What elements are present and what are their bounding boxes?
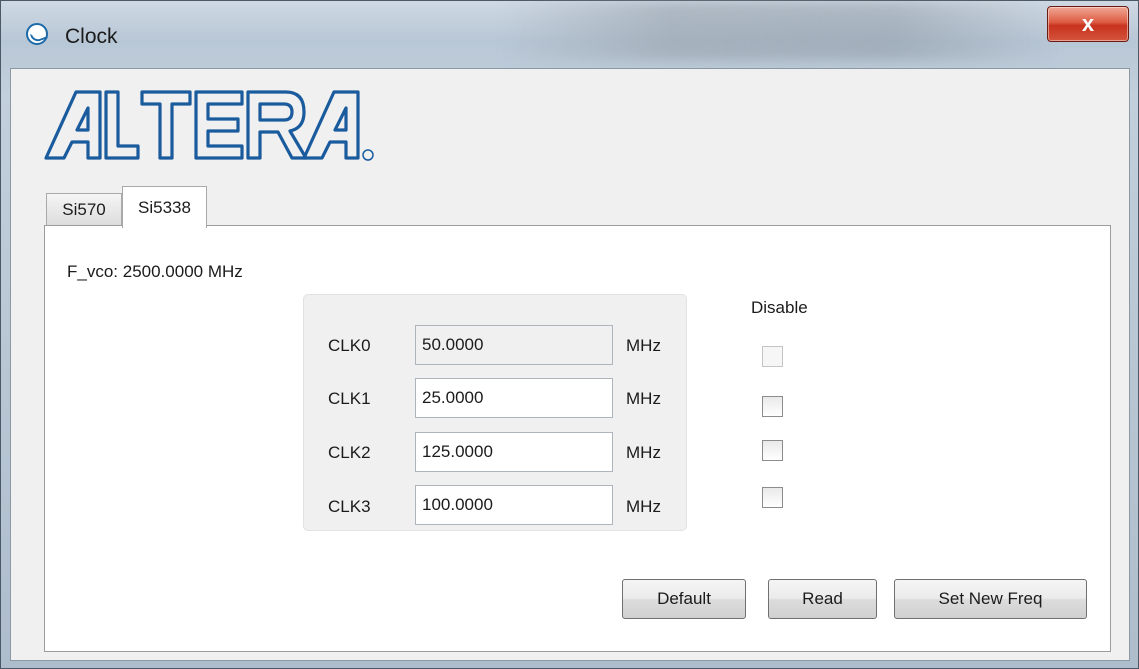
clock-group: CLK0 MHz CLK1 MHz CLK2 MHz CLK3 MHz (303, 294, 687, 531)
set-new-freq-button[interactable]: Set New Freq (894, 579, 1087, 619)
clk3-disable-checkbox[interactable] (762, 487, 783, 508)
clk0-disable-checkbox (762, 346, 783, 367)
tab-si5338-label: Si5338 (138, 197, 191, 217)
clk2-field[interactable] (415, 432, 613, 472)
clk0-label: CLK0 (328, 336, 371, 355)
close-button[interactable]: x (1047, 6, 1129, 42)
clk3-label: CLK3 (328, 497, 371, 516)
clk1-disable-checkbox[interactable] (762, 396, 783, 417)
clock-window: Clock x ® (0, 0, 1139, 669)
clk2-unit: MHz (626, 443, 661, 462)
read-button[interactable]: Read (768, 579, 877, 619)
altera-logo (44, 90, 374, 161)
clk0-unit: MHz (626, 336, 661, 355)
default-button[interactable]: Default (622, 579, 746, 619)
si5338-panel: F_vco: 2500.0000 MHz CLK0 MHz CLK1 MHz C… (44, 225, 1111, 652)
clk2-disable-checkbox[interactable] (762, 440, 783, 461)
titlebar-glass (501, 1, 1061, 61)
clk1-unit: MHz (626, 389, 661, 408)
clk0-field (415, 325, 613, 365)
clk2-label: CLK2 (328, 443, 371, 462)
clk1-field[interactable] (415, 378, 613, 418)
tab-si570[interactable]: Si570 (46, 193, 122, 226)
client-area: ® Si570 Si5338 F_vco: 2500.0000 MHz CLK0… (10, 68, 1130, 661)
tab-si570-label: Si570 (62, 200, 106, 219)
window-title: Clock (65, 25, 118, 48)
clk3-unit: MHz (626, 497, 661, 516)
fvco-label: F_vco: 2500.0000 MHz (67, 262, 243, 281)
clk1-label: CLK1 (328, 389, 371, 408)
clock-icon (26, 23, 48, 45)
disable-header: Disable (751, 298, 808, 317)
clk3-field[interactable] (415, 485, 613, 525)
tab-si5338[interactable]: Si5338 (122, 186, 207, 228)
